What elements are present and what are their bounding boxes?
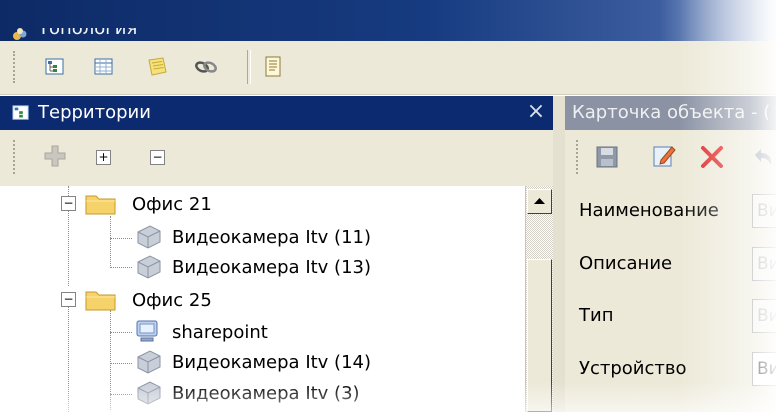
document-icon — [265, 56, 281, 77]
window-titlebar: Топология — [0, 0, 776, 41]
delete-icon[interactable] — [700, 145, 724, 169]
expand-all-button[interactable]: + — [96, 150, 111, 165]
tree-collapse-toggle[interactable]: − — [61, 292, 76, 307]
tree-item-label: Видеокамера Itv (3) — [172, 382, 360, 404]
tree-connector — [110, 394, 132, 395]
toolbar-grip[interactable] — [13, 51, 18, 83]
tree-connector — [110, 363, 132, 364]
scroll-up-button[interactable] — [527, 189, 552, 214]
description-field[interactable]: Ви — [752, 247, 776, 281]
tree-connector — [68, 304, 69, 412]
tree-item-label: sharepoint — [172, 321, 268, 343]
territories-panel-header: Территории × — [0, 96, 562, 130]
toolbar-grip[interactable] — [13, 140, 18, 174]
save-icon[interactable] — [595, 145, 619, 169]
scrollbar-thumb[interactable] — [527, 259, 552, 412]
camera-icon — [137, 225, 161, 249]
tree-item-office-25[interactable]: Офис 25 — [84, 287, 212, 313]
notes-icon — [148, 57, 167, 76]
tree-item-camera[interactable]: Видеокамера Itv (11) — [134, 224, 371, 250]
grid-view-button[interactable] — [90, 53, 118, 81]
camera-icon — [137, 350, 161, 374]
tree-view-icon — [12, 105, 29, 120]
tree-connector — [110, 238, 132, 239]
link-button[interactable] — [192, 53, 220, 81]
add-icon[interactable] — [43, 144, 67, 168]
computer-icon — [136, 320, 158, 342]
arrow-up-icon — [534, 198, 545, 204]
tree-item-camera[interactable]: Видеокамера Itv (3) — [134, 380, 360, 406]
type-field[interactable]: Ви — [752, 299, 776, 333]
tree-item-computer[interactable]: sharepoint — [134, 319, 268, 345]
tree-item-label: Видеокамера Itv (14) — [172, 351, 372, 373]
tree-connector — [110, 216, 111, 266]
territories-view-button[interactable] — [41, 53, 69, 81]
notes-button[interactable] — [143, 53, 171, 81]
tree-item-camera[interactable]: Видеокамера Itv (14) — [134, 349, 371, 375]
name-field[interactable]: Ви — [752, 194, 776, 228]
edit-icon[interactable] — [651, 143, 677, 169]
close-panel-button[interactable]: × — [524, 100, 548, 124]
device-select[interactable]: Ви — [752, 352, 776, 386]
panel-splitter[interactable] — [553, 96, 565, 412]
topology-app-icon — [13, 28, 27, 40]
object-card-toolbar — [565, 130, 776, 184]
tree-item-camera[interactable]: Видеокамера Itv (13) — [134, 254, 371, 280]
tree-item-label: Видеокамера Itv (11) — [172, 226, 372, 248]
territories-toolbar: + − — [0, 130, 562, 186]
territories-panel-title: Территории — [38, 102, 151, 123]
tree-item-label: Видеокамера Itv (13) — [172, 256, 372, 278]
object-card-header: Карточка объекта - ( — [565, 96, 776, 130]
tree-scrollbar[interactable] — [525, 186, 554, 412]
camera-icon — [137, 255, 161, 279]
tree-connector — [110, 332, 132, 333]
tree-item-office-21[interactable]: Офис 21 — [84, 191, 212, 217]
tree-view-icon — [45, 58, 64, 75]
tree-connector — [110, 310, 111, 410]
object-card-title: Карточка объекта - ( — [572, 102, 771, 123]
toolbar-separator — [247, 50, 251, 84]
grid-icon — [94, 58, 113, 75]
device-label: Устройство — [579, 358, 687, 379]
undo-icon[interactable] — [751, 145, 775, 169]
name-label: Наименование — [579, 200, 719, 221]
territory-tree[interactable]: − Офис 21 Видеокамера Itv (11) Видеокаме… — [0, 186, 525, 412]
folder-icon — [85, 195, 116, 215]
chain-link-icon — [195, 61, 217, 73]
type-label: Тип — [579, 305, 614, 326]
folder-icon — [85, 291, 116, 311]
tree-item-label: Офис 21 — [132, 193, 212, 215]
collapse-all-button[interactable]: − — [150, 150, 165, 165]
description-label: Описание — [579, 253, 673, 274]
tree-item-label: Офис 25 — [132, 289, 212, 311]
toolbar-grip[interactable] — [576, 140, 581, 174]
main-toolbar — [0, 41, 776, 95]
window-title: Топология — [38, 18, 138, 39]
topology-window: Топология Территории × + − − Офис 21 Вид… — [0, 0, 776, 412]
document-button[interactable] — [259, 53, 287, 81]
tree-collapse-toggle[interactable]: − — [61, 196, 76, 211]
camera-icon — [137, 381, 161, 405]
tree-connector — [110, 267, 132, 268]
